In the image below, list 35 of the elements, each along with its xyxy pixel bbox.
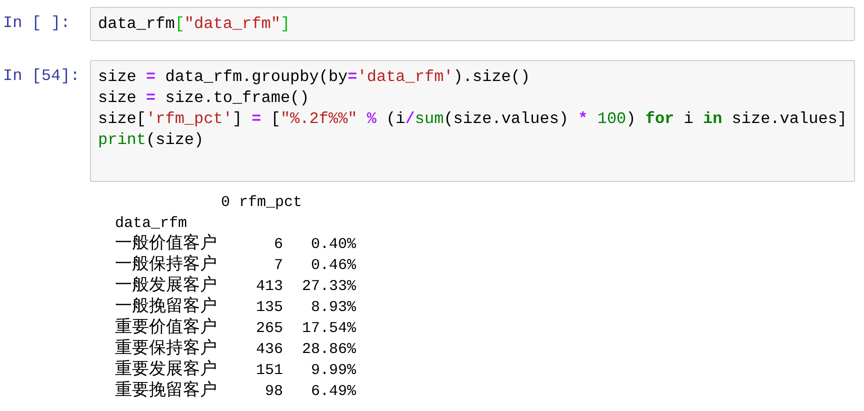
percent-value: 28.86% — [302, 341, 356, 358]
input-prompt: In [ ]: — [2, 13, 72, 34]
percent-value: 6.49% — [310, 383, 356, 400]
count-value: 98 — [264, 383, 283, 400]
count-value: 436 — [256, 341, 283, 358]
index-label: 重要价值客户 — [115, 319, 217, 338]
count-value: 151 — [256, 362, 283, 379]
percent-value: 8.93% — [310, 299, 356, 316]
count-value: 265 — [256, 320, 283, 337]
code-line: print(size) — [98, 130, 205, 151]
index-name: data_rfm — [115, 215, 188, 232]
count-value: 7 — [274, 257, 283, 274]
code-line: size = data_rfm.groupby(by='data_rfm').size() — [98, 67, 532, 88]
count-value: 413 — [256, 278, 283, 295]
code-line: data_rfm["data_rfm"] — [98, 14, 292, 35]
percent-value: 27.33% — [302, 278, 356, 295]
index-label: 一般价值客户 — [115, 235, 217, 254]
index-label: 重要挽留客户 — [115, 382, 217, 401]
percent-value: 0.46% — [310, 257, 356, 274]
code-cell[interactable]: size = data_rfm.groupby(by='data_rfm').size() size = size.to_frame() size['rfm_pct'] = ["%.2f%%" % (i/sum(size.values) * 100) for i in size.values] print(size) — [90, 60, 855, 182]
percent-value: 17.54% — [302, 320, 356, 337]
index-label: 一般发展客户 — [115, 277, 217, 296]
count-value: 135 — [256, 299, 283, 316]
count-value: 6 — [274, 236, 283, 253]
input-prompt: In [54]: — [2, 66, 81, 87]
output-header: 0 rfm_pct — [221, 194, 302, 211]
index-label: 一般挽留客户 — [115, 298, 217, 317]
index-label: 重要发展客户 — [115, 361, 217, 380]
percent-value: 0.40% — [310, 236, 356, 253]
code-cell[interactable]: data_rfm["data_rfm"] — [90, 7, 855, 41]
code-line: size = size.to_frame() — [98, 88, 310, 109]
index-label: 重要保持客户 — [115, 340, 217, 359]
index-label: 一般保持客户 — [115, 256, 217, 275]
code-line: size['rfm_pct'] = ["%.2f%%" % (i/sum(size.values) * 100) for i in size.values] — [98, 109, 847, 130]
percent-value: 9.99% — [310, 362, 356, 379]
